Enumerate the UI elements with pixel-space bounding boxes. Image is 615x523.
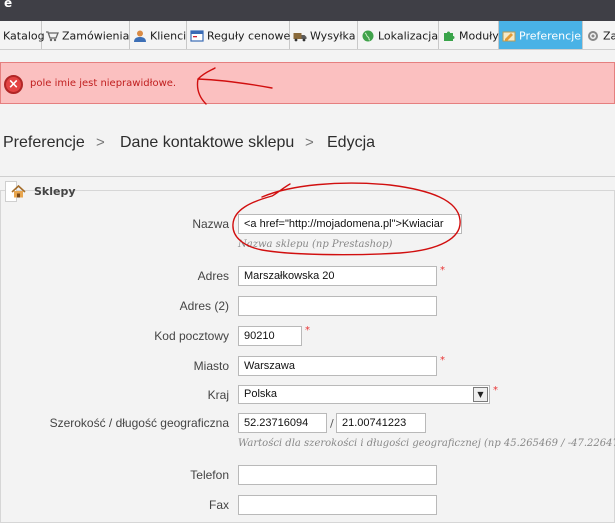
country-label: Kraj: [207, 388, 229, 402]
error-message: pole imie jest nieprawidłowe.: [30, 78, 177, 89]
top-header-text: e: [4, 0, 13, 10]
name-input[interactable]: <a href="http://mojadomena.pl">Kwiaciar: [238, 214, 462, 234]
tab-lokalizacja[interactable]: Lokalizacja: [358, 21, 439, 49]
price-rules-icon: [190, 30, 204, 42]
tab-zamowienia[interactable]: Zamówienia: [42, 21, 130, 49]
breadcrumb-item-preferencje[interactable]: Preferencje: [3, 134, 85, 152]
geo-label: Szerokość / długość geograficzna: [49, 416, 229, 430]
tab-preferencje[interactable]: Preferencje: [499, 21, 583, 49]
tab-katalog[interactable]: Katalog: [0, 21, 45, 49]
tab-lokalizacja-label: Lokalizacja: [378, 29, 439, 43]
top-header-bar: e: [0, 0, 615, 21]
panel-legend: Sklepy: [5, 181, 76, 202]
fax-label: Fax: [208, 498, 229, 512]
tab-klienci-label: Klienci: [150, 29, 187, 43]
latitude-input[interactable]: 52.23716094: [238, 413, 327, 433]
tab-preferencje-label: Preferencje: [519, 29, 582, 43]
breadcrumb-item-edycja: Edycja: [327, 134, 376, 151]
panel-legend-label: Sklepy: [34, 185, 76, 198]
tab-moduly-label: Moduły: [459, 29, 499, 43]
required-mark: *: [493, 385, 498, 396]
address-input[interactable]: Marszałkowska 20: [238, 266, 437, 286]
tab-klienci[interactable]: Klienci: [130, 21, 187, 49]
cart-icon: [46, 31, 59, 42]
postcode-label: Kod pocztowy: [154, 329, 229, 343]
name-label: Nazwa: [192, 217, 229, 231]
tab-zamowienia-label: Zamówienia: [62, 29, 130, 43]
city-label: Miasto: [193, 359, 229, 373]
required-mark: *: [440, 355, 445, 366]
tab-moduly[interactable]: Moduły: [439, 21, 499, 49]
breadcrumb-item-dane-kontaktowe[interactable]: Dane kontaktowe sklepu: [120, 134, 294, 152]
geo-separator: /: [330, 417, 334, 430]
phone-label: Telefon: [190, 468, 229, 482]
tools-icon: [588, 31, 598, 41]
address2-label: Adres (2): [179, 299, 229, 313]
truck-icon: [293, 33, 307, 42]
phone-input[interactable]: [238, 465, 437, 485]
country-select-value: Polska: [244, 388, 278, 400]
tab-narzedzia-label: Za: [603, 29, 615, 43]
chevron-down-icon[interactable]: ▼: [473, 387, 488, 402]
breadcrumb-separator: >: [96, 134, 105, 151]
fax-input[interactable]: [238, 495, 437, 515]
geo-hint: Wartości dla szerokości i długości geogr…: [238, 438, 615, 449]
home-icon: [11, 185, 26, 198]
globe-icon: [362, 30, 374, 42]
divider: [0, 176, 615, 177]
tab-narzedzia[interactable]: Za: [583, 21, 615, 49]
required-mark: *: [440, 265, 445, 276]
city-input[interactable]: Warszawa: [238, 356, 437, 376]
puzzle-icon: [444, 31, 455, 41]
postcode-input[interactable]: 90210: [238, 326, 302, 346]
tab-wysylka-label: Wysyłka: [310, 29, 356, 43]
preferences-icon: [502, 31, 516, 42]
required-mark: *: [305, 325, 310, 336]
main-menu: Katalog Zamówienia Klienci Reguły cenowe…: [0, 21, 615, 50]
longitude-input[interactable]: 21.00741223: [336, 413, 426, 433]
error-alert: × pole imie jest nieprawidłowe.: [0, 62, 615, 104]
error-icon: ×: [4, 75, 23, 94]
breadcrumb-separator: >: [305, 134, 314, 151]
address-label: Adres: [197, 269, 229, 283]
tab-reguly-cenowe[interactable]: Reguły cenowe: [187, 21, 291, 49]
breadcrumb: Preferencje > Dane kontaktowe sklepu > E…: [0, 126, 615, 162]
country-select[interactable]: Polska: [238, 385, 490, 404]
tab-reguly-cenowe-label: Reguły cenowe: [207, 29, 291, 43]
name-hint: Nazwa sklepu (np Prestashop): [238, 239, 393, 250]
tab-katalog-label: Katalog: [3, 29, 45, 43]
address2-input[interactable]: [238, 296, 437, 316]
tab-wysylka[interactable]: Wysyłka: [290, 21, 358, 49]
user-icon: [134, 30, 146, 42]
